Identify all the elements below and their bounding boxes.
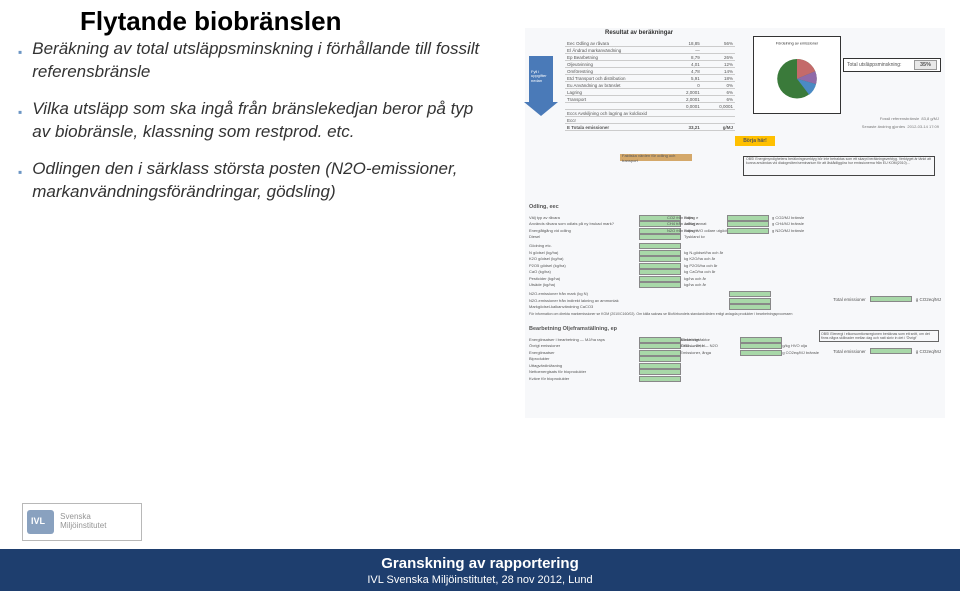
bullet-item: ▪ Beräkning av total utsläppsminskning i … xyxy=(18,38,483,84)
bullet-list: ▪ Beräkning av total utsläppsminskning i … xyxy=(18,38,483,218)
pie-title: Fördelning av emissioner xyxy=(776,42,819,46)
footer-title: Granskning av rapportering xyxy=(381,555,579,572)
result-row: El Ändrad markanvändning— xyxy=(565,47,735,54)
actual-values-bar: Faktiska värden för odling och transport xyxy=(620,154,692,161)
bear-row: Biprodukter xyxy=(529,356,939,362)
bear-right-row: Emissioner, ångag CO2eq/MJ bränsle xyxy=(680,350,819,356)
odling-row: CaO (kg/ha)kg CaO/ha och år xyxy=(529,269,939,275)
result-row: Eccr xyxy=(565,117,735,124)
odling-row: P2O5 gödsel (kg/ha)kg P2O5/ha och år xyxy=(529,263,939,269)
bullet-icon: ▪ xyxy=(18,164,22,180)
result-row: Eec Odling av råvara18,8556% xyxy=(565,40,735,47)
result-row: Eccs Avskiljning och lagring av koldioxi… xyxy=(565,110,735,117)
footer-subtitle: IVL Svenska Miljöinstitutet, 28 nov 2012… xyxy=(367,574,592,586)
bear-row: Uttagvärdinläsning xyxy=(529,363,939,369)
result-row: Etd Transport och distribution5,9118% xyxy=(565,75,735,82)
result-row: Oljeutvinning4,0112% xyxy=(565,61,735,68)
result-heading: Resultat av beräkningar xyxy=(605,30,673,36)
slide: Flytande biobränslen ▪ Beräkning av total… xyxy=(0,0,960,591)
bear-row: Nettoenergisats för bioprodukter xyxy=(529,369,939,375)
odling-row: DieselTyskland kv xyxy=(529,234,939,240)
bullet-icon: ▪ xyxy=(18,44,22,60)
meta-date: Senaste ändring gjordes 2012-03-14 17:09 xyxy=(862,124,939,129)
total-reduction-box: Total utsläppsminskning: 35% xyxy=(843,58,941,72)
total-pct: 35% xyxy=(914,60,937,70)
start-here-badge: Börja här! xyxy=(735,136,775,146)
odling-emission-row: N2O från odling eg N2O/MJ bränsle xyxy=(667,228,819,234)
bullet-icon: ▪ xyxy=(18,104,22,120)
obs-note: OBS! Energimyndighetens beräkningsverkty… xyxy=(743,156,935,176)
odling-total: Total emissionerg CO2eq/MJ xyxy=(833,296,941,302)
odling-heading: Odling, eec xyxy=(529,204,559,210)
logo-text: Svenska Miljöinstitutet xyxy=(60,513,137,531)
bear-total: Total emissionerg CO2eq/MJ xyxy=(833,348,941,354)
footer: Granskning av rapportering IVL Svenska M… xyxy=(0,549,960,591)
pie-chart: Fördelning av emissioner xyxy=(753,36,841,114)
bear-row: Kväve för bioprodukter xyxy=(529,376,939,382)
odling-row: Pesticider (kg/ha)kg/ha och år xyxy=(529,276,939,282)
slide-title: Flytande biobränslen xyxy=(80,6,342,37)
result-row: E Totala emissioner33,21g/MJ xyxy=(565,124,735,131)
results-table: Eec Odling av råvara18,8556%El Ändrad ma… xyxy=(565,40,735,131)
bullet-text: Odlingen den i särklass största posten (… xyxy=(32,158,483,204)
odling-row: Gödning etc. xyxy=(529,243,939,249)
odling-row: Markgödsel-kalkanvändning CaCO3 xyxy=(529,304,939,310)
bullet-text: Vilka utsläpp som ska ingå från bränslek… xyxy=(32,98,483,144)
meta-ref: Fossil referensbränsle 83,8 g/MJ xyxy=(880,116,939,121)
bear-right-row: Allokeringsfaktor xyxy=(680,337,819,343)
odling-emission-row: CO2 från odling eg CO2/MJ bränsle xyxy=(667,215,819,221)
logo-mark-icon xyxy=(27,510,54,534)
fill-arrow: Fyll i uppgifter nedan xyxy=(529,56,553,102)
result-row: Transport2,00016% xyxy=(565,96,735,103)
bullet-item: ▪ Vilka utsläpp som ska ingå från bränsle… xyxy=(18,98,483,144)
bear-obs: OBS! Elenergi i elkonsumtionsregionen be… xyxy=(819,330,939,342)
bearbetning-heading: Bearbetning Oljeframställning, ep xyxy=(529,326,617,332)
bullet-text: Beräkning av total utsläppsminskning i f… xyxy=(32,38,483,84)
result-row: Ep Bearbetning8,7926% xyxy=(565,54,735,61)
result-row: Eu Användning av bränslet00% xyxy=(565,82,735,89)
arrow-label: Fyll i uppgifter nedan xyxy=(531,70,553,83)
odling-note: För information om direkta markemissione… xyxy=(529,312,939,316)
total-label: Total utsläppsminskning: xyxy=(847,62,901,68)
result-row: 0,00010,0001 xyxy=(565,103,735,110)
result-row: Lagring2,00016% xyxy=(565,89,735,96)
result-row: Omförestring4,7814% xyxy=(565,68,735,75)
bear-right-row: Emissioner, elg/kg HVO olja xyxy=(680,343,819,349)
odling-row: Utsäde (kg/ha)kg/ha och år xyxy=(529,282,939,288)
odling-row: K2O gödsel (kg/ha)kg K2O/ha och år xyxy=(529,256,939,262)
embedded-calc-sheet: Resultat av beräkningar Fyll i uppgifter… xyxy=(525,28,945,418)
bear-block: Energiinsatser i bearbetning — MJ/ha rap… xyxy=(529,336,939,398)
odling-emission-row: CH4 från odling eg CH4/MJ bränsle xyxy=(667,221,819,227)
bullet-item: ▪ Odlingen den i särklass största posten … xyxy=(18,158,483,204)
odling-row: N gödsel (kg/ha)kg N-gödsel/ha och år xyxy=(529,250,939,256)
ivl-logo: Svenska Miljöinstitutet xyxy=(22,503,142,541)
